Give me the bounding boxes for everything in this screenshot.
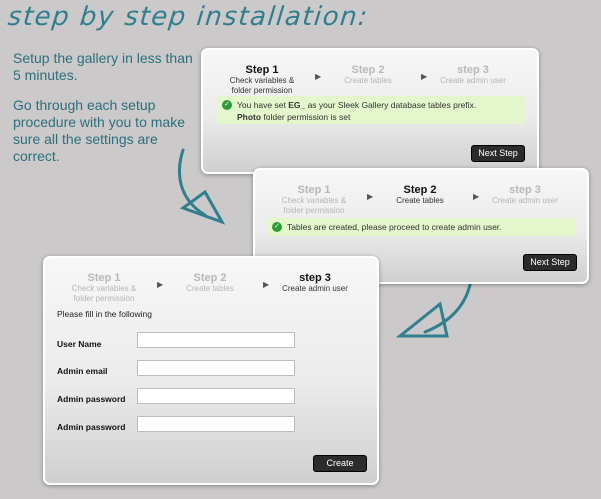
- panel3-step2: Step 2 Create tables: [175, 272, 245, 294]
- panel1-step2: Step 2 Create tables: [333, 64, 403, 86]
- next-step-button[interactable]: Next Step: [523, 254, 577, 271]
- step-title: Step 1: [297, 184, 331, 196]
- msg-text: You have set: [237, 100, 289, 110]
- step-subtitle: Create admin user: [440, 76, 506, 85]
- step-title: Step 2: [193, 272, 227, 284]
- admin-password-confirm-label: Admin password: [57, 422, 126, 432]
- form-intro: Please fill in the following: [57, 309, 152, 319]
- admin-password-input[interactable]: [137, 388, 295, 404]
- step-title: Step 1: [87, 272, 121, 284]
- install-panel-step3: Step 1 Check variables & folder permissi…: [43, 256, 379, 485]
- step-subtitle: Create tables: [344, 76, 392, 85]
- admin-password-label: Admin password: [57, 394, 126, 404]
- success-message: ✓ Tables are created, please proceed to …: [267, 218, 575, 236]
- admin-email-label: Admin email: [57, 366, 108, 376]
- step-separator-icon: ▶: [421, 72, 428, 81]
- step-separator-icon: ▶: [473, 192, 480, 201]
- panel2-step2: Step 2 Create tables: [385, 184, 455, 206]
- step-separator-icon: ▶: [367, 192, 374, 201]
- step-separator-icon: ▶: [315, 72, 322, 81]
- arrow-2-head: [395, 301, 449, 338]
- check-icon: ✓: [272, 222, 282, 232]
- panel2-step1: Step 1 Check variables & folder permissi…: [275, 184, 353, 216]
- arrow-1-head: [179, 189, 226, 225]
- step-separator-icon: ▶: [263, 280, 270, 289]
- step-title: step 3: [299, 272, 331, 284]
- step-title: Step 1: [245, 64, 279, 76]
- msg-text: Tables are created, please proceed to cr…: [287, 222, 502, 232]
- step-title: Step 2: [351, 64, 385, 76]
- panel3-step1: Step 1 Check variables & folder permissi…: [65, 272, 143, 304]
- step-subtitle: Create admin user: [282, 284, 348, 293]
- msg-text: folder permission is set: [261, 112, 351, 122]
- username-input[interactable]: [137, 332, 295, 348]
- panel3-step3: step 3 Create admin user: [277, 272, 353, 294]
- step-separator-icon: ▶: [157, 280, 164, 289]
- success-message: ✓ You have set EG_ as your Sleek Gallery…: [217, 96, 525, 124]
- create-button[interactable]: Create: [313, 455, 367, 472]
- step-subtitle: Create tables: [396, 196, 444, 205]
- check-icon: ✓: [222, 100, 232, 110]
- step-title: Step 2: [403, 184, 437, 196]
- step-title: step 3: [509, 184, 541, 196]
- next-step-button[interactable]: Next Step: [471, 145, 525, 162]
- msg-prefix-value: EG_: [288, 100, 306, 110]
- panel1-step1: Step 1 Check variables & folder permissi…: [223, 64, 301, 96]
- admin-password-confirm-input[interactable]: [137, 416, 295, 432]
- msg-text: as your Sleek Gallery database tables pr…: [305, 100, 477, 110]
- panel2-step3: step 3 Create admin user: [487, 184, 563, 206]
- username-label: User Name: [57, 339, 102, 349]
- install-panel-step1: Step 1 Check variables & folder permissi…: [201, 48, 539, 174]
- step-subtitle: Check variables & folder permission: [229, 76, 295, 95]
- admin-email-input[interactable]: [137, 360, 295, 376]
- step-subtitle: Check variables & folder permission: [71, 284, 137, 303]
- step-title: step 3: [457, 64, 489, 76]
- panel1-step3: step 3 Create admin user: [435, 64, 511, 86]
- step-subtitle: Create tables: [186, 284, 234, 293]
- step-subtitle: Create admin user: [492, 196, 558, 205]
- msg-folder-name: Photo: [237, 112, 262, 122]
- step-subtitle: Check variables & folder permission: [281, 196, 347, 215]
